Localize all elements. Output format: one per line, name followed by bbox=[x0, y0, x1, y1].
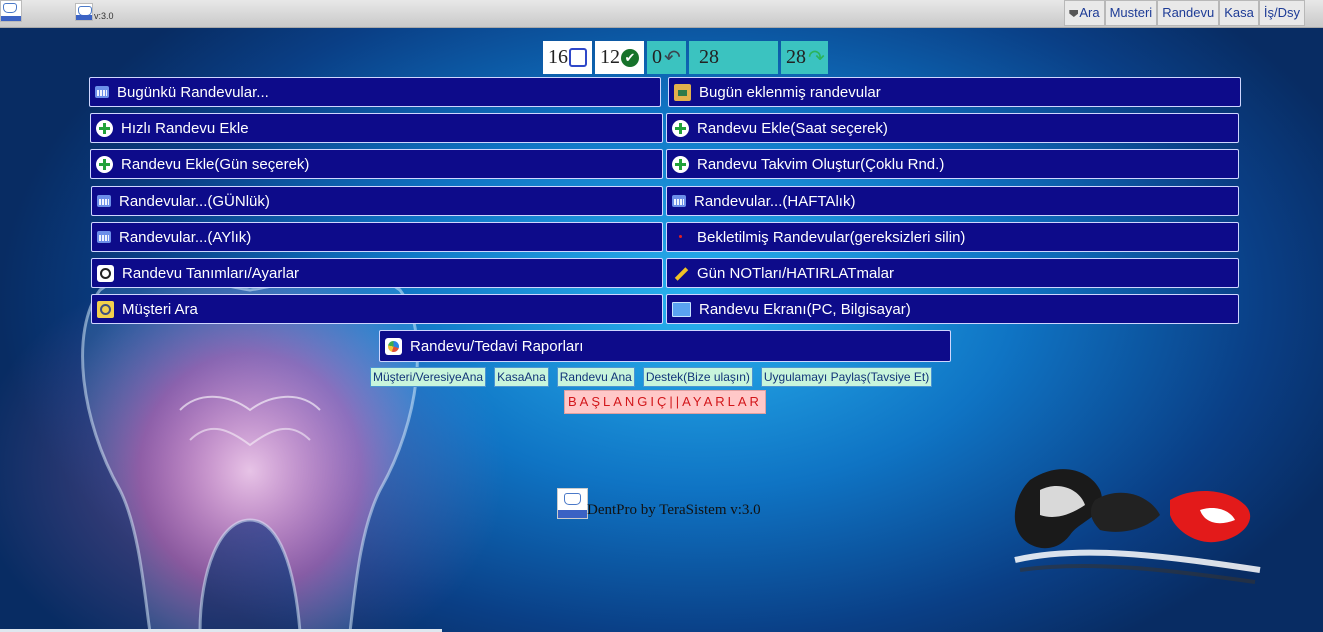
button-label: Randevu Tanımları/Ayarlar bbox=[122, 264, 300, 282]
forward-icon: ↷ bbox=[808, 47, 825, 69]
top-bar: v:3.0 Ara Musteri Randevu Kasa İş/Dsy bbox=[0, 0, 1323, 28]
musteri-ara-button[interactable]: Müşteri Ara bbox=[91, 294, 663, 324]
button-label: Müşteri Ara bbox=[122, 300, 198, 318]
nav-ara-label: Ara bbox=[1079, 5, 1100, 20]
dentpro-logo-icon bbox=[75, 3, 93, 21]
link-musteri-veresiye[interactable]: Müşteri/VeresiyeAna bbox=[370, 367, 487, 387]
stat-forward[interactable]: 28 ↷ bbox=[781, 41, 828, 74]
customer-search-icon bbox=[97, 300, 114, 318]
stat-total[interactable]: 28 bbox=[689, 41, 778, 74]
nav-is-dsy[interactable]: İş/Dsy bbox=[1258, 0, 1305, 26]
monitor-icon bbox=[672, 301, 691, 317]
button-label: Hızlı Randevu Ekle bbox=[121, 119, 249, 137]
report-chart-icon bbox=[385, 337, 402, 355]
stat-done-value: 12 bbox=[600, 46, 620, 68]
button-label: Bekletilmiş Randevular(gereksizleri sili… bbox=[697, 228, 966, 246]
plus-icon bbox=[96, 155, 113, 173]
check-circle-icon: ✔ bbox=[621, 48, 639, 67]
randevu-ekrani-button[interactable]: Randevu Ekranı(PC, Bilgisayar) bbox=[666, 294, 1239, 324]
button-label: Bugün eklenmiş randevular bbox=[699, 83, 881, 101]
hizli-randevu-ekle-button[interactable]: Hızlı Randevu Ekle bbox=[90, 113, 663, 143]
gear-icon bbox=[97, 264, 114, 282]
button-label: Randevular...(AYlık) bbox=[119, 228, 252, 246]
nav-randevu[interactable]: Randevu bbox=[1157, 0, 1220, 26]
nav-kasa[interactable]: Kasa bbox=[1219, 0, 1259, 26]
randevular-gunluk-button[interactable]: Randevular...(GÜNlük) bbox=[91, 186, 663, 216]
quick-links: Müşteri/VeresiyeAna KasaAna Randevu Ana … bbox=[370, 367, 940, 387]
link-kasa-ana[interactable]: KasaAna bbox=[494, 367, 549, 387]
stats-row: 16 12 ✔ 0 ↶ 28 28 ↷ bbox=[543, 41, 828, 74]
nav-musteri[interactable]: Musteri bbox=[1104, 0, 1158, 26]
reply-icon: ↶ bbox=[664, 47, 681, 69]
button-label: Bugünkü Randevular... bbox=[117, 83, 269, 101]
bugunku-randevular-button[interactable]: Bugünkü Randevular... bbox=[89, 77, 661, 107]
dot-icon bbox=[672, 229, 689, 246]
baslangic-ayarlar-button[interactable]: BAŞLANGIÇ||AYARLAR bbox=[564, 390, 766, 414]
randevu-tanimlari-button[interactable]: Randevu Tanımları/Ayarlar bbox=[91, 258, 663, 288]
stat-total-value: 28 bbox=[699, 46, 719, 68]
gem-icon bbox=[1069, 10, 1079, 17]
button-label: Randevu Ekle(Gün seçerek) bbox=[121, 155, 310, 173]
bugun-eklenmis-button[interactable]: Bugün eklenmiş randevular bbox=[668, 77, 1241, 107]
stat-done[interactable]: 12 ✔ bbox=[595, 41, 644, 74]
calendar-icon bbox=[97, 195, 111, 207]
gun-notlari-button[interactable]: Gün NOTları/HATIRLATmalar bbox=[666, 258, 1239, 288]
app-logo-icon bbox=[0, 0, 22, 22]
stat-forward-value: 28 bbox=[786, 46, 806, 68]
button-label: Randevu Ekle(Saat seçerek) bbox=[697, 119, 888, 137]
stat-pending[interactable]: 16 bbox=[543, 41, 592, 74]
stat-returned-value: 0 bbox=[652, 46, 662, 68]
button-label: Gün NOTları/HATIRLATmalar bbox=[697, 264, 894, 282]
version-label: v:3.0 bbox=[94, 11, 114, 21]
randevular-aylik-button[interactable]: Randevular...(AYlık) bbox=[91, 222, 663, 252]
added-list-icon bbox=[674, 83, 691, 101]
footer-text: DentPro by TeraSistem v:3.0 bbox=[587, 502, 761, 518]
button-label: Randevu/Tedavi Raporları bbox=[410, 337, 584, 355]
plus-icon bbox=[672, 119, 689, 137]
stat-returned[interactable]: 0 ↶ bbox=[647, 41, 686, 74]
link-destek[interactable]: Destek(Bize ulaşın) bbox=[642, 367, 753, 387]
button-label: Randevu Ekranı(PC, Bilgisayar) bbox=[699, 300, 911, 318]
tooth-illustration bbox=[81, 272, 419, 632]
stat-pending-value: 16 bbox=[548, 46, 568, 68]
terasistem-brand-logo bbox=[1014, 469, 1261, 584]
randevular-haftalik-button[interactable]: Randevular...(HAFTAlık) bbox=[666, 186, 1239, 216]
plus-icon bbox=[672, 155, 689, 173]
randevu-takvim-button[interactable]: Randevu Takvim Oluştur(Çoklu Rnd.) bbox=[666, 149, 1239, 179]
link-randevu-ana[interactable]: Randevu Ana bbox=[556, 367, 635, 387]
button-label: Randevular...(GÜNlük) bbox=[119, 192, 270, 210]
randevu-ekle-saat-button[interactable]: Randevu Ekle(Saat seçerek) bbox=[666, 113, 1239, 143]
pencil-icon bbox=[672, 265, 689, 282]
nav-ara[interactable]: Ara bbox=[1064, 0, 1105, 26]
link-uygulamayi-paylas[interactable]: Uygulamayı Paylaş(Tavsiye Et) bbox=[760, 367, 933, 387]
bekletilmis-randevular-button[interactable]: Bekletilmiş Randevular(gereksizleri sili… bbox=[666, 222, 1239, 252]
calendar-icon bbox=[97, 231, 111, 243]
dentpro-footer-logo-icon bbox=[557, 488, 588, 519]
plus-icon bbox=[96, 119, 113, 137]
calendar-icon bbox=[95, 86, 109, 98]
randevu-tedavi-raporlari-button[interactable]: Randevu/Tedavi Raporları bbox=[379, 330, 951, 362]
calendar-icon bbox=[672, 195, 686, 207]
button-label: Randevular...(HAFTAlık) bbox=[694, 192, 856, 210]
checkbox-icon bbox=[569, 48, 587, 67]
randevu-ekle-gun-button[interactable]: Randevu Ekle(Gün seçerek) bbox=[90, 149, 663, 179]
button-label: Randevu Takvim Oluştur(Çoklu Rnd.) bbox=[697, 155, 945, 173]
top-nav: Ara Musteri Randevu Kasa İş/Dsy bbox=[1064, 0, 1305, 26]
